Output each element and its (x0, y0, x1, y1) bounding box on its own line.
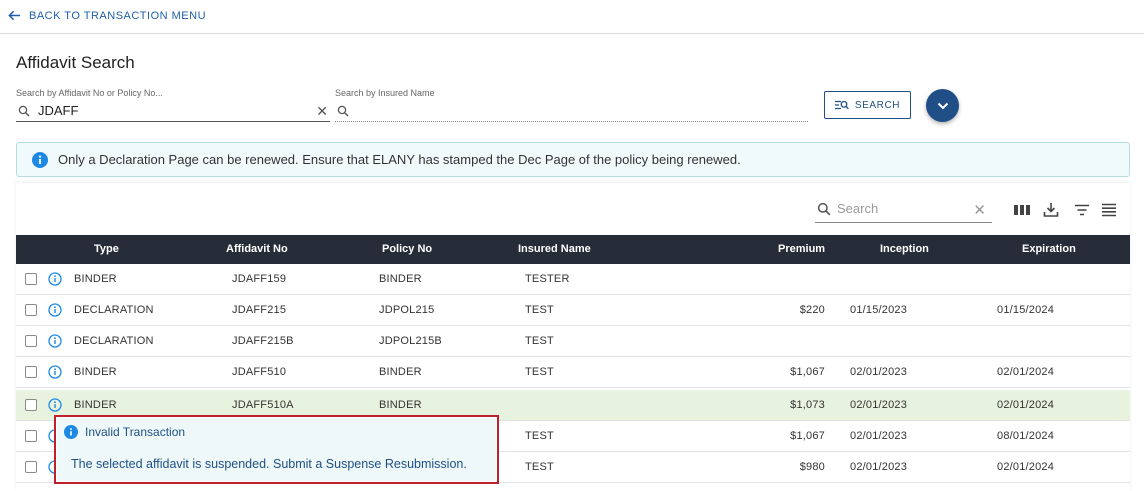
cell-inception: 01/15/2023 (850, 304, 908, 316)
info-icon (64, 425, 78, 439)
cell-expiration: 02/01/2024 (997, 366, 1055, 378)
search-icon (817, 202, 831, 216)
tooltip-title: Invalid Transaction (85, 425, 186, 439)
cell-premium: $220 (799, 304, 825, 316)
cell-policy-no: JDPOL215B (379, 335, 442, 347)
cell-type: DECLARATION (74, 335, 154, 347)
columns-icon[interactable] (1013, 202, 1031, 218)
cell-insured-name: TEST (525, 430, 554, 442)
insured-name-search-label: Search by Insured Name (335, 88, 435, 98)
cell-type: BINDER (74, 399, 117, 411)
info-icon[interactable] (48, 398, 62, 412)
row-checkbox[interactable] (25, 366, 37, 378)
table-header: Type Affidavit No Policy No Insured Name… (16, 235, 1130, 264)
arrow-left-icon (8, 10, 21, 21)
info-icon[interactable] (48, 272, 62, 286)
cell-insured-name: TEST (525, 335, 554, 347)
cell-insured-name: TEST (525, 461, 554, 473)
cell-affidavit-no: JDAFF510A (232, 399, 294, 411)
tooltip-header: Invalid Transaction (64, 425, 185, 439)
header-inception[interactable]: Inception (880, 243, 929, 255)
cell-expiration: 02/01/2024 (997, 399, 1055, 411)
cell-policy-no: JDPOL215 (379, 304, 435, 316)
cell-premium: $1,067 (790, 366, 825, 378)
tooltip-message: The selected affidavit is suspended. Sub… (71, 457, 467, 471)
back-link-label: BACK TO TRANSACTION MENU (29, 9, 207, 22)
search-button[interactable]: SEARCH (824, 91, 911, 119)
page-title: Affidavit Search (16, 53, 135, 72)
cell-expiration: 01/15/2024 (997, 304, 1055, 316)
table-search-field[interactable]: ✕ (815, 199, 992, 223)
cell-type: BINDER (74, 273, 117, 285)
header-expiration[interactable]: Expiration (1022, 243, 1076, 255)
cell-expiration: 02/01/2024 (997, 461, 1055, 473)
cell-policy-no: BINDER (379, 273, 422, 285)
search-icon (18, 105, 30, 117)
table-search-input[interactable] (837, 201, 967, 216)
row-checkbox[interactable] (25, 335, 37, 347)
search-list-icon (834, 100, 849, 110)
cell-inception: 02/01/2023 (850, 366, 908, 378)
field-underline (335, 121, 808, 122)
cell-expiration: 08/01/2024 (997, 430, 1055, 442)
header-premium[interactable]: Premium (778, 243, 825, 255)
affidavit-search-input[interactable]: JDAFF (38, 103, 78, 118)
insured-name-search-field[interactable]: Search by Insured Name (335, 88, 808, 122)
row-checkbox[interactable] (25, 273, 37, 285)
table-row[interactable]: DECLARATION JDAFF215B JDPOL215B TEST (16, 326, 1130, 357)
info-banner-text: Only a Declaration Page can be renewed. … (58, 152, 741, 167)
cell-type: BINDER (74, 366, 117, 378)
clear-table-search-icon[interactable]: ✕ (973, 201, 986, 219)
chevron-down-icon (937, 102, 948, 109)
table-row[interactable]: DECLARATION JDAFF215 JDPOL215 TEST $220 … (16, 295, 1130, 326)
header-policy-no[interactable]: Policy No (382, 243, 432, 255)
cell-affidavit-no: JDAFF510 (232, 366, 287, 378)
info-icon[interactable] (48, 334, 62, 348)
download-icon[interactable] (1042, 202, 1060, 218)
search-icon (337, 105, 349, 117)
cell-affidavit-no: JDAFF159 (232, 273, 287, 285)
cell-inception: 02/01/2023 (850, 430, 908, 442)
row-checkbox[interactable] (25, 430, 37, 442)
top-nav-bar: BACK TO TRANSACTION MENU (0, 0, 1144, 34)
invalid-transaction-tooltip: Invalid Transaction The selected affidav… (54, 415, 499, 484)
info-icon (32, 151, 48, 168)
expand-filters-button[interactable] (926, 89, 959, 122)
cell-insured-name: TESTER (525, 273, 570, 285)
cell-type: DECLARATION (74, 304, 154, 316)
cell-policy-no: BINDER (379, 399, 422, 411)
cell-affidavit-no: JDAFF215 (232, 304, 287, 316)
search-button-label: SEARCH (854, 99, 901, 111)
cell-premium: $980 (799, 461, 825, 473)
header-affidavit-no[interactable]: Affidavit No (226, 243, 288, 255)
cell-policy-no: BINDER (379, 366, 422, 378)
header-type[interactable]: Type (94, 243, 119, 255)
field-underline (16, 121, 330, 122)
header-insured-name[interactable]: Insured Name (518, 243, 591, 255)
row-checkbox[interactable] (25, 461, 37, 473)
cell-inception: 02/01/2023 (850, 399, 908, 411)
row-checkbox[interactable] (25, 399, 37, 411)
filter-icon[interactable] (1073, 202, 1091, 218)
density-icon[interactable] (1100, 202, 1118, 218)
cell-insured-name: TEST (525, 366, 554, 378)
cell-premium: $1,067 (790, 430, 825, 442)
row-checkbox[interactable] (25, 304, 37, 316)
info-icon[interactable] (48, 365, 62, 379)
cell-premium: $1,073 (790, 399, 825, 411)
affidavit-search-field[interactable]: Search by Affidavit No or Policy No... J… (16, 88, 330, 122)
cell-insured-name: TEST (525, 304, 554, 316)
tooltip-body: Invalid Transaction The selected affidav… (57, 418, 496, 481)
table-row[interactable]: BINDER JDAFF510 BINDER TEST $1,067 02/01… (16, 357, 1130, 388)
info-icon[interactable] (48, 303, 62, 317)
cell-affidavit-no: JDAFF215B (232, 335, 294, 347)
back-to-transaction-menu-link[interactable]: BACK TO TRANSACTION MENU (8, 9, 206, 22)
cell-inception: 02/01/2023 (850, 461, 908, 473)
info-banner: Only a Declaration Page can be renewed. … (16, 142, 1130, 177)
affidavit-search-label: Search by Affidavit No or Policy No... (16, 88, 163, 98)
clear-affidavit-search-icon[interactable]: ✕ (316, 103, 328, 120)
table-row[interactable]: BINDER JDAFF159 BINDER TESTER (16, 264, 1130, 295)
